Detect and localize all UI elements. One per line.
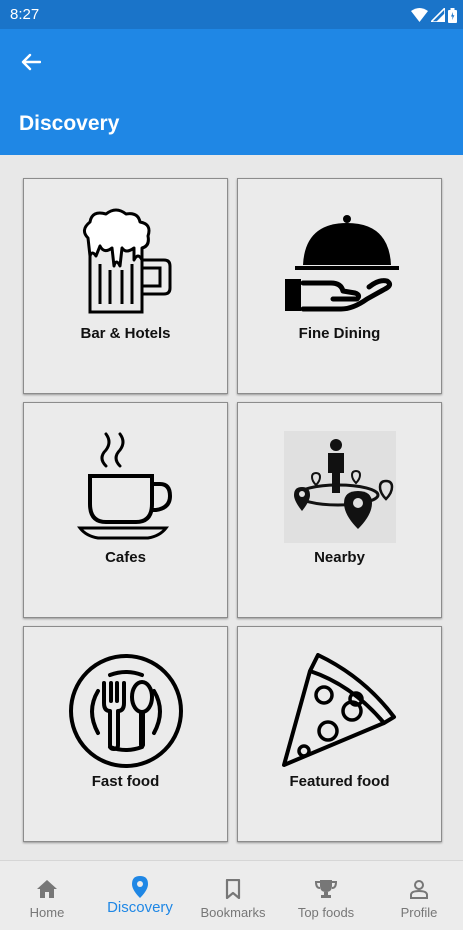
- category-grid: Bar & Hotels Fine Dining Cafes Nearby Fa…: [23, 178, 444, 844]
- page-title: Discovery: [19, 112, 120, 135]
- home-icon: [36, 877, 58, 901]
- arrow-left-icon: [21, 53, 41, 71]
- fork-spoon-icon: [66, 651, 186, 771]
- nav-label: Top foods: [297, 905, 355, 920]
- status-time: 8:27: [10, 6, 40, 23]
- status-icons: [411, 7, 457, 23]
- coffee-cup-icon: [66, 427, 186, 547]
- battery-icon: [448, 7, 457, 23]
- signal-icon: [431, 8, 445, 22]
- nav-item-home[interactable]: Home: [1, 861, 93, 930]
- category-label: Nearby: [314, 549, 365, 566]
- category-card-fast-food[interactable]: Fast food: [23, 626, 228, 842]
- nav-label: Bookmarks: [200, 905, 266, 920]
- status-bar: 8:27: [0, 0, 463, 29]
- pizza-slice-icon: [280, 651, 400, 771]
- wifi-icon: [411, 8, 428, 22]
- bookmark-icon: [225, 877, 241, 901]
- trophy-icon: [315, 877, 337, 901]
- nav-label: Home: [29, 905, 65, 920]
- nav-item-profile[interactable]: Profile: [373, 861, 463, 930]
- category-card-featured-food[interactable]: Featured food: [237, 626, 442, 842]
- category-card-fine-dining[interactable]: Fine Dining: [237, 178, 442, 394]
- category-label: Fast food: [91, 773, 160, 790]
- bottom-navigation: Home Discovery Bookmarks Top foods Profi…: [0, 860, 463, 930]
- nav-label: Discovery: [107, 899, 173, 916]
- location-pins-icon: [280, 427, 400, 547]
- category-label: Bar & Hotels: [80, 325, 171, 342]
- back-button[interactable]: [14, 47, 48, 77]
- nav-item-discovery[interactable]: Discovery: [94, 861, 186, 930]
- category-label: Fine Dining: [298, 325, 381, 342]
- person-icon: [409, 877, 429, 901]
- location-pin-icon: [132, 875, 148, 899]
- category-card-cafes[interactable]: Cafes: [23, 402, 228, 618]
- nav-item-top-foods[interactable]: Top foods: [280, 861, 372, 930]
- category-label: Cafes: [105, 549, 146, 566]
- app-bar: Discovery: [0, 29, 463, 155]
- beer-mug-icon: [66, 203, 186, 323]
- category-label: Featured food: [289, 773, 390, 790]
- category-card-nearby[interactable]: Nearby: [237, 402, 442, 618]
- category-card-bar-hotels[interactable]: Bar & Hotels: [23, 178, 228, 394]
- nav-label: Profile: [400, 905, 438, 920]
- nav-item-bookmarks[interactable]: Bookmarks: [187, 861, 279, 930]
- cloche-icon: [280, 203, 400, 323]
